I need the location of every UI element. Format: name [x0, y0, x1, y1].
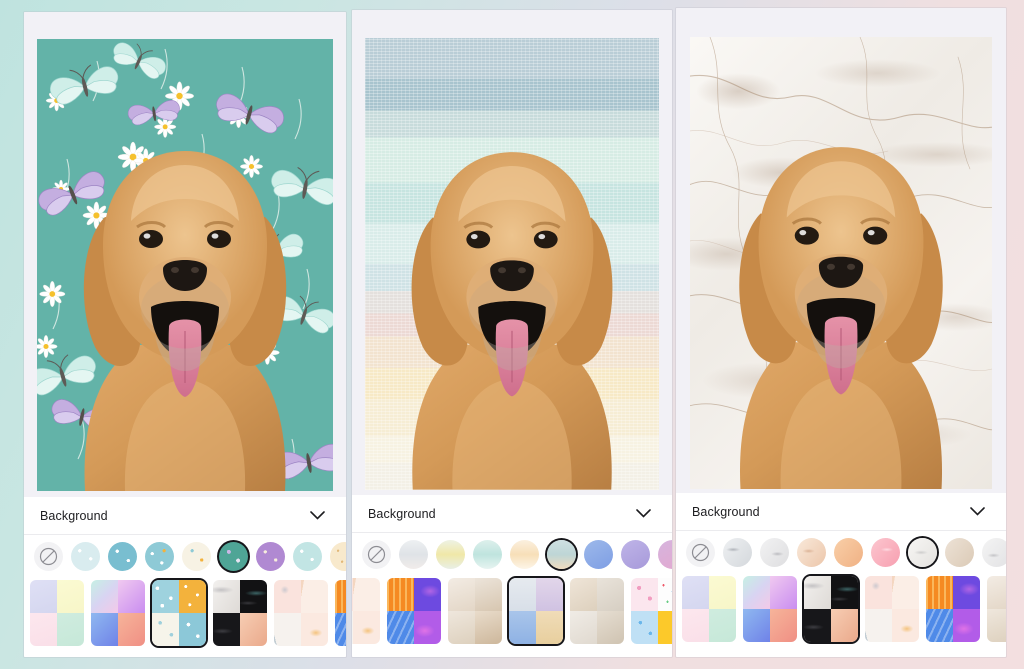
thumb-boho-pack[interactable]	[352, 578, 380, 644]
swatch-marble-beige[interactable]	[945, 538, 974, 567]
thumb-gradient-pack[interactable]	[743, 576, 797, 642]
swatch-daisy-cream[interactable]	[182, 542, 211, 571]
panels-stage: Background Background Background	[0, 0, 1024, 669]
swatch-row-1[interactable]	[24, 535, 346, 577]
sheet-title: Background	[368, 506, 436, 521]
swatch-butterfly-teal[interactable]	[219, 542, 248, 571]
editor-panel-1[interactable]: Background	[24, 12, 346, 657]
swatch-none[interactable]	[362, 540, 391, 569]
sheet-title: Background	[40, 508, 108, 523]
thumb-row-1[interactable]	[24, 577, 346, 656]
swatch-marble-gray-2[interactable]	[760, 538, 789, 567]
swatch-daisy-teal-2[interactable]	[145, 542, 174, 571]
chevron-down-icon[interactable]	[632, 503, 654, 525]
chevron-down-icon[interactable]	[306, 505, 328, 527]
sheet-header-2[interactable]: Background	[352, 495, 672, 533]
swatch-watercolor-violet[interactable]	[621, 540, 650, 569]
swatch-marble-white-2[interactable]	[982, 538, 1006, 567]
swatch-watercolor-sunset[interactable]	[547, 540, 576, 569]
thumb-row-2[interactable]	[352, 575, 672, 654]
thumb-row-3[interactable]	[676, 573, 1006, 652]
sheet-header-1[interactable]: Background	[24, 497, 346, 535]
background-sheet-2[interactable]: Background	[352, 495, 672, 657]
swatch-cream-dot[interactable]	[330, 542, 346, 571]
thumb-neon-pack[interactable]	[926, 576, 980, 642]
dog-subject-2	[411, 152, 613, 490]
thumb-interior-pack[interactable]	[987, 576, 1006, 642]
swatch-watercolor-orchid[interactable]	[658, 540, 672, 569]
swatch-row-2[interactable]	[352, 533, 672, 575]
canvas-1[interactable]	[24, 12, 346, 497]
thumb-marble-pack[interactable]	[804, 576, 858, 642]
swatch-marble-gray[interactable]	[723, 538, 752, 567]
background-sheet-3[interactable]: Background	[676, 493, 1006, 657]
thumb-boho-pack[interactable]	[865, 576, 919, 642]
thumb-neutral-pack[interactable]	[570, 578, 624, 644]
photo-3[interactable]	[690, 37, 992, 489]
thumb-pastel-blocks[interactable]	[682, 576, 736, 642]
swatch-watercolor-blue[interactable]	[584, 540, 613, 569]
swatch-daisy-teal[interactable]	[108, 542, 137, 571]
swatch-watercolor-gray[interactable]	[399, 540, 428, 569]
thumb-daisy-pack[interactable]	[152, 580, 206, 646]
thumb-boho-pack[interactable]	[274, 580, 328, 646]
editor-panel-2[interactable]: Background	[352, 10, 672, 657]
swatch-marble-white[interactable]	[908, 538, 937, 567]
canvas-3[interactable]	[676, 8, 1006, 493]
chevron-down-icon[interactable]	[966, 501, 988, 523]
thumb-pastel-blocks[interactable]	[30, 580, 84, 646]
thumb-watercolor-pack[interactable]	[509, 578, 563, 644]
editor-panel-3[interactable]: Background	[676, 8, 1006, 657]
swatch-none[interactable]	[34, 542, 63, 571]
dog-subject-3	[739, 147, 943, 489]
swatch-marble-peach[interactable]	[834, 538, 863, 567]
swatch-row-3[interactable]	[676, 531, 1006, 573]
canvas-2[interactable]	[352, 10, 672, 495]
swatch-watercolor-peach[interactable]	[510, 540, 539, 569]
thumb-marble-pack[interactable]	[213, 580, 267, 646]
swatch-marble-pink[interactable]	[871, 538, 900, 567]
swatch-daisy-light[interactable]	[71, 542, 100, 571]
thumb-neon-pack[interactable]	[387, 578, 441, 644]
dog-subject-1	[83, 151, 287, 491]
swatch-mint-dot[interactable]	[293, 542, 322, 571]
sheet-header-3[interactable]: Background	[676, 493, 1006, 531]
swatch-watercolor-yellow[interactable]	[436, 540, 465, 569]
photo-1[interactable]	[37, 39, 333, 491]
thumb-confetti-pack[interactable]	[631, 578, 672, 644]
swatch-marble-tan[interactable]	[797, 538, 826, 567]
thumb-neon-pack[interactable]	[335, 580, 346, 646]
thumb-gradient-pack[interactable]	[91, 580, 145, 646]
swatch-purple-floral[interactable]	[256, 542, 285, 571]
thumb-interior-pack[interactable]	[448, 578, 502, 644]
swatch-none[interactable]	[686, 538, 715, 567]
swatch-watercolor-mint[interactable]	[473, 540, 502, 569]
photo-2[interactable]	[365, 38, 659, 490]
sheet-title: Background	[692, 504, 760, 519]
background-sheet-1[interactable]: Background	[24, 497, 346, 657]
